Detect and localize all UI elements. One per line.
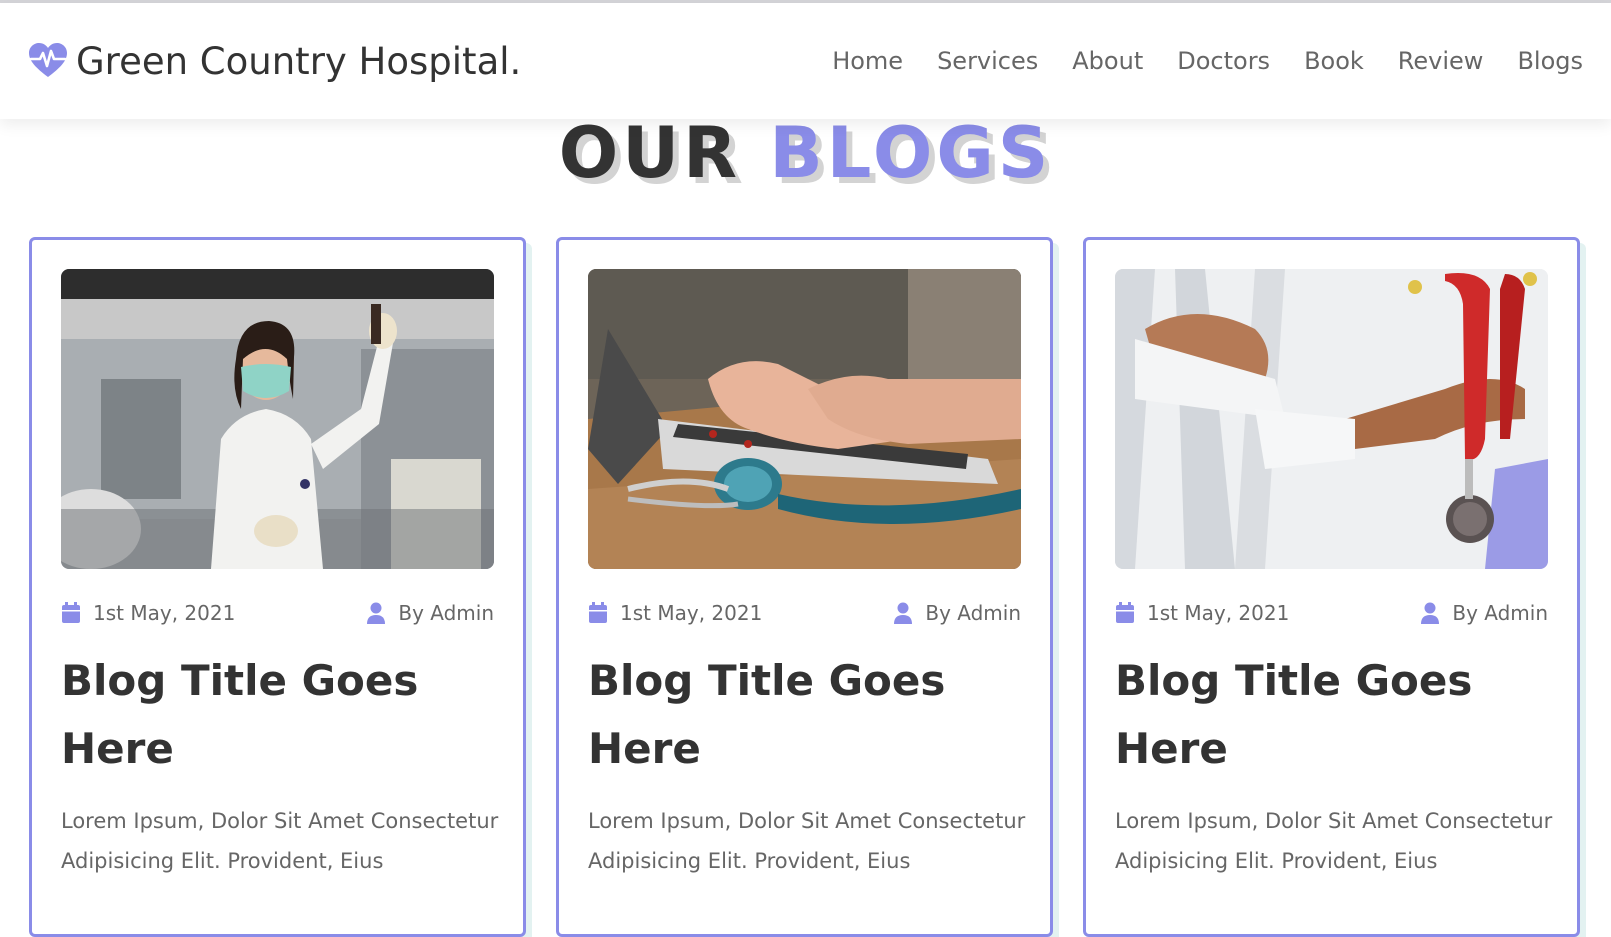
- blog-title[interactable]: Blog Title Goes Here: [588, 647, 1021, 783]
- nav-home[interactable]: Home: [832, 47, 903, 75]
- heartbeat-icon: [29, 43, 67, 77]
- main-nav: Home Services About Doctors Book Review …: [832, 47, 1583, 75]
- doctor-holding-stethoscope-photo[interactable]: [1115, 269, 1548, 569]
- blog-excerpt: Lorem Ipsum, Dolor Sit Amet Consectetur …: [588, 809, 1026, 873]
- nav-about[interactable]: About: [1072, 47, 1143, 75]
- doctor-with-mask-photo[interactable]: [61, 269, 494, 569]
- nav-doctors[interactable]: Doctors: [1177, 47, 1270, 75]
- nav-review[interactable]: Review: [1398, 47, 1484, 75]
- brand-name: Green Country Hospital.: [76, 39, 522, 83]
- section-heading: OUR BLOGS: [0, 111, 1611, 195]
- blog-cards: 1st May, 2021 By Admin Blog Title Goes H…: [29, 237, 1580, 937]
- blog-meta: 1st May, 2021 By Admin: [1115, 601, 1548, 625]
- blog-date: 1st May, 2021: [1115, 601, 1289, 625]
- blog-author-text: By Admin: [1452, 601, 1548, 625]
- laptop-stethoscope-photo[interactable]: [588, 269, 1021, 569]
- blog-author-text: By Admin: [398, 601, 494, 625]
- blog-title[interactable]: Blog Title Goes Here: [1115, 647, 1548, 783]
- calendar-icon: [1116, 602, 1134, 623]
- user-icon: [1421, 602, 1440, 624]
- blog-excerpt: Lorem Ipsum, Dolor Sit Amet Consectetur …: [1115, 809, 1553, 873]
- blog-title[interactable]: Blog Title Goes Here: [61, 647, 494, 783]
- blog-card[interactable]: 1st May, 2021 By Admin Blog Title Goes H…: [29, 237, 526, 937]
- logo[interactable]: Green Country Hospital.: [28, 40, 521, 83]
- user-icon: [367, 602, 386, 624]
- heading-word-our: OUR: [558, 112, 742, 194]
- blog-meta: 1st May, 2021 By Admin: [61, 601, 494, 625]
- blog-date-text: 1st May, 2021: [93, 601, 236, 625]
- user-icon: [894, 602, 913, 624]
- blog-author: By Admin: [893, 601, 1021, 625]
- blog-date-text: 1st May, 2021: [1147, 601, 1290, 625]
- blog-date: 1st May, 2021: [61, 601, 235, 625]
- blog-excerpt: Lorem Ipsum, Dolor Sit Amet Consectetur …: [61, 809, 499, 873]
- site-header: Green Country Hospital. Home Services Ab…: [0, 3, 1611, 119]
- blog-date: 1st May, 2021: [588, 601, 762, 625]
- calendar-icon: [62, 602, 80, 623]
- blog-author-text: By Admin: [925, 601, 1021, 625]
- blog-card[interactable]: 1st May, 2021 By Admin Blog Title Goes H…: [556, 237, 1053, 937]
- blog-author: By Admin: [1420, 601, 1548, 625]
- nav-blogs[interactable]: Blogs: [1517, 47, 1583, 75]
- nav-book[interactable]: Book: [1304, 47, 1364, 75]
- nav-services[interactable]: Services: [937, 47, 1038, 75]
- heading-word-blogs: BLOGS: [769, 112, 1053, 194]
- blog-meta: 1st May, 2021 By Admin: [588, 601, 1021, 625]
- blog-date-text: 1st May, 2021: [620, 601, 763, 625]
- blog-card[interactable]: 1st May, 2021 By Admin Blog Title Goes H…: [1083, 237, 1580, 937]
- blog-author: By Admin: [366, 601, 494, 625]
- calendar-icon: [589, 602, 607, 623]
